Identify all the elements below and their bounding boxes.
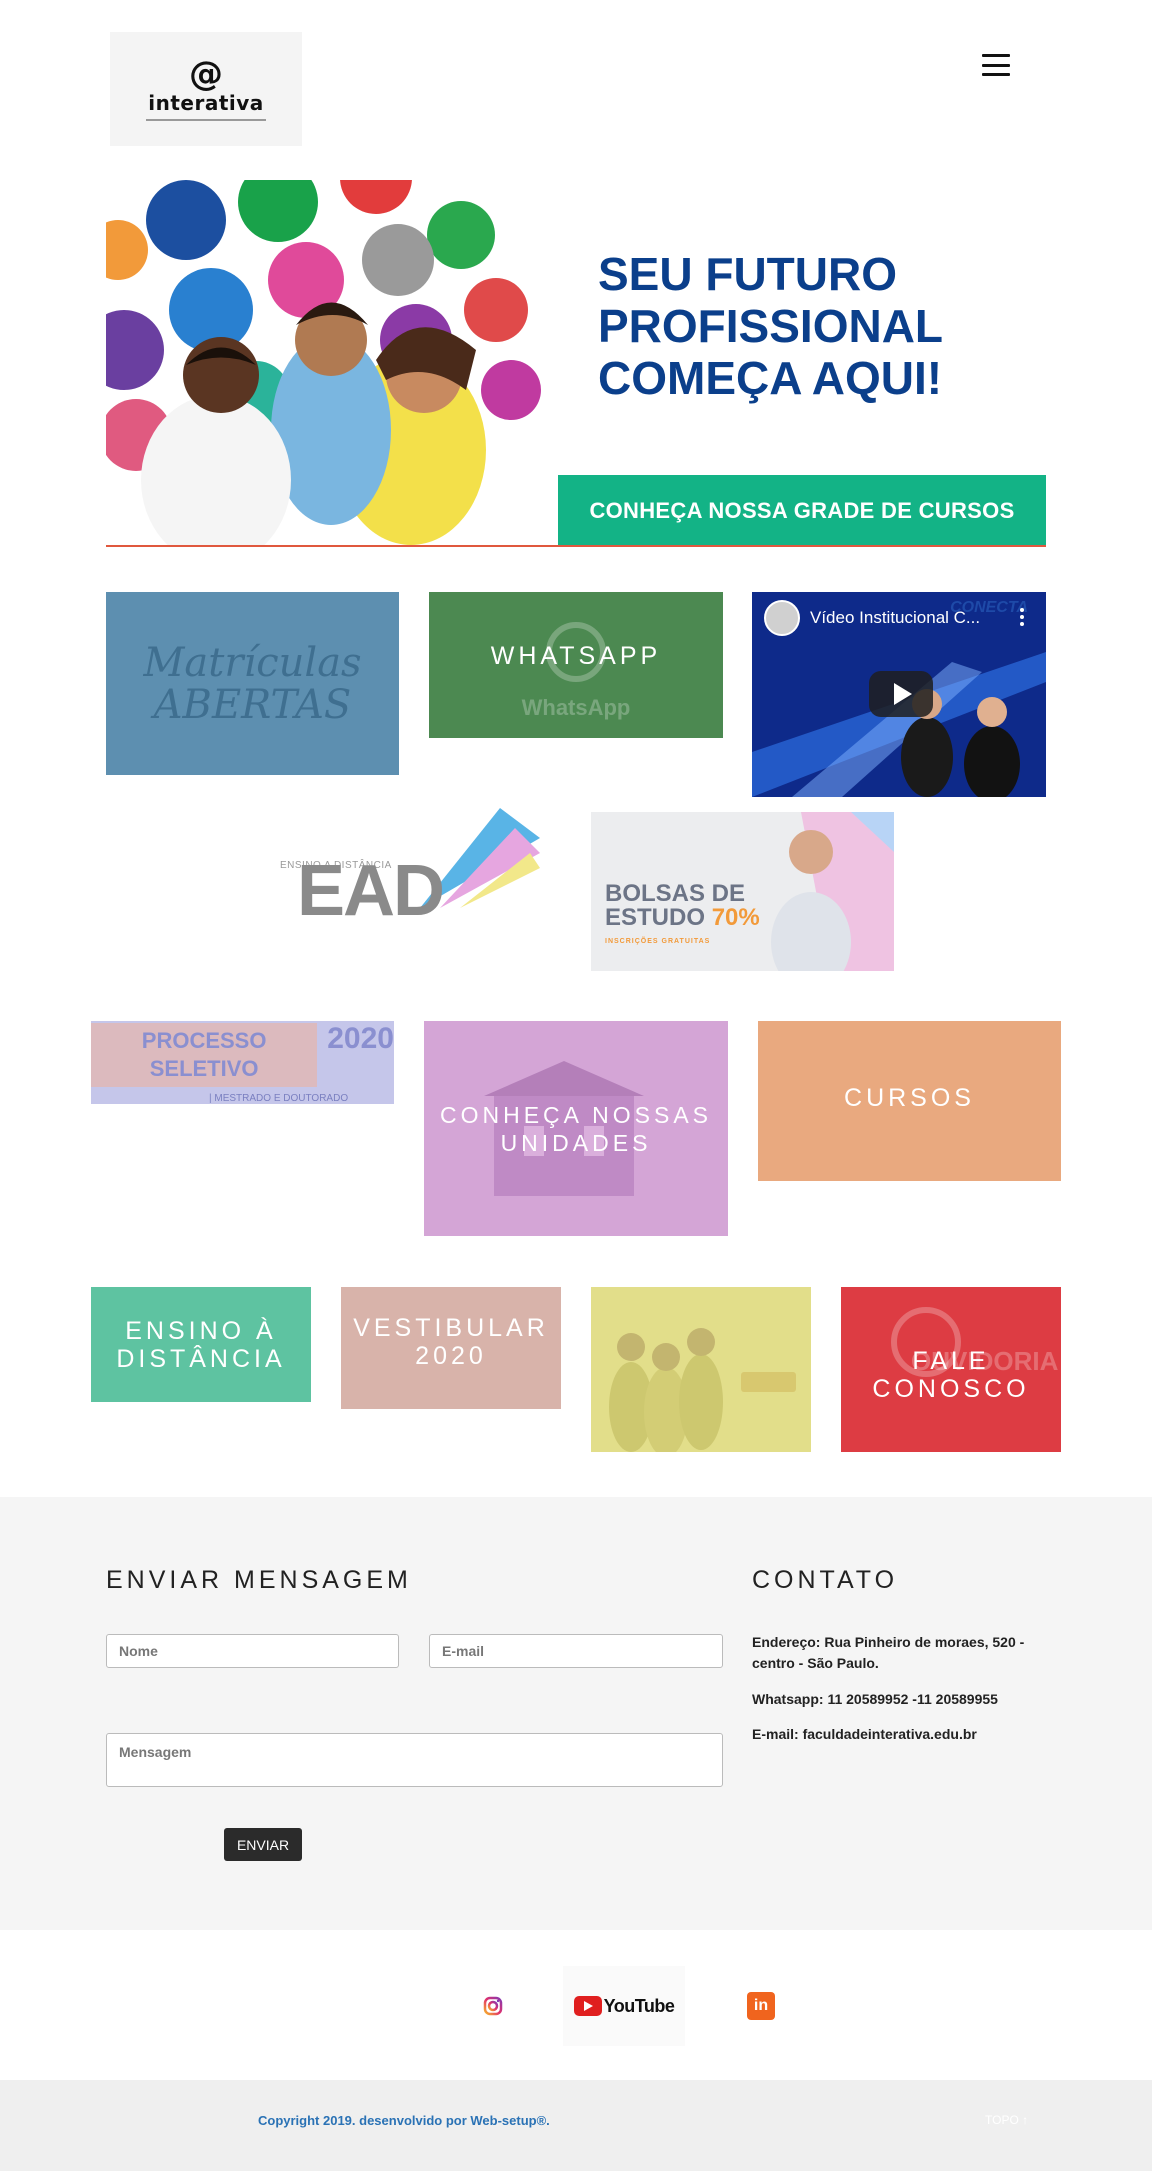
copyright-link[interactable]: Copyright 2019. desenvolvido por Web-set…	[258, 2113, 550, 2128]
hero-students-illustration	[106, 180, 541, 545]
tile-matriculas-label: Matrículas ABERTAS	[143, 639, 362, 728]
send-button[interactable]: ENVIAR	[224, 1828, 302, 1861]
tile-fale-label: FALE CONOSCO	[872, 1346, 1030, 1403]
tile-students-photo[interactable]	[591, 1287, 811, 1452]
contact-title: CONTATO	[752, 1566, 899, 1594]
contact-section	[0, 1497, 1152, 1930]
tile-ensino-a-distancia[interactable]: ENSINO À DISTÂNCIA	[91, 1287, 311, 1402]
site-logo[interactable]: @ interativa	[110, 32, 302, 146]
tile-ead[interactable]: ENSINO A DISTÂNCIA EAD	[270, 808, 540, 934]
tile-fale-conosco[interactable]: OUVIDORIA FALE CONOSCO	[841, 1287, 1061, 1452]
tile-vestibular-label: VESTIBULAR 2020	[353, 1314, 549, 1370]
linkedin-icon[interactable]: in	[747, 1992, 775, 2020]
courses-cta-button[interactable]: CONHEÇA NOSSA GRADE DE CURSOS	[558, 475, 1046, 545]
message-textarea[interactable]	[106, 1733, 723, 1787]
processo-label: PROCESSO SELETIVO	[91, 1022, 318, 1087]
tile-cursos[interactable]: CURSOS	[758, 1021, 1061, 1181]
bolsas-line: BOLSAS DE	[605, 880, 746, 907]
instagram-icon[interactable]	[480, 1993, 506, 2019]
video-brand: CONECTA	[950, 599, 1028, 616]
logo-text: interativa	[148, 91, 264, 115]
tile-conheca-unidades[interactable]: CONHEÇA NOSSAS UNIDADES	[424, 1021, 728, 1236]
video-more-icon[interactable]	[1020, 608, 1024, 626]
logo-at-symbol: @	[189, 54, 223, 94]
hero-headline-line: COMEÇA AQUI!	[598, 352, 943, 404]
tile-whatsapp-label: WHATSAPP	[490, 642, 662, 670]
tile-vestibular-2020[interactable]: VESTIBULAR 2020	[341, 1287, 561, 1409]
tile-ensino-label: ENSINO À DISTÂNCIA	[116, 1316, 286, 1373]
send-message-title: ENVIAR MENSAGEM	[106, 1566, 412, 1594]
instagram-glyph	[483, 1996, 503, 2016]
bolsas-percent: 70%	[711, 904, 760, 931]
tile-unidades-label: CONHEÇA NOSSAS UNIDADES	[440, 1101, 712, 1156]
video-player-institucional[interactable]: Vídeo Institucional C... CONECTA	[752, 592, 1046, 797]
processo-year: 2020	[327, 1021, 394, 1055]
logo-underline	[146, 119, 266, 121]
contact-whatsapp: Whatsapp: 11 20589952 -11 20589955	[752, 1691, 998, 1707]
hamburger-line	[982, 63, 1010, 67]
processo-wrapper: PROCESSO SELETIVO 2020	[91, 1021, 394, 1087]
back-to-top-link[interactable]: TOPO ↑	[985, 2113, 1028, 2127]
bolsas-sub: INSCRIÇÕES GRATUITAS	[605, 938, 711, 945]
ead-wordmark: EAD	[296, 851, 445, 931]
hamburger-line	[982, 54, 1010, 57]
channel-avatar[interactable]	[764, 600, 800, 636]
students-group-photo	[609, 1328, 796, 1452]
youtube-logo: YouTube	[573, 1995, 675, 2017]
youtube-icon	[573, 1996, 602, 2016]
hero-banner[interactable]: SEU FUTURO PROFISSIONAL COMEÇA AQUI! CON…	[106, 180, 1046, 547]
hamburger-line	[982, 73, 1010, 76]
hero-headline-line: PROFISSIONAL	[598, 300, 944, 352]
hero-headline: SEU FUTURO PROFISSIONAL COMEÇA AQUI!	[598, 248, 1038, 404]
tile-whatsapp-ghost-text: WhatsApp	[521, 695, 631, 720]
tile-cursos-label: CURSOS	[844, 1084, 975, 1112]
tile-processo-seletivo[interactable]: PROCESSO SELETIVO 2020 | MESTRADO E DOUT…	[91, 1021, 394, 1104]
email-input[interactable]	[429, 1634, 723, 1668]
hero-headline-line: SEU FUTURO	[598, 248, 897, 300]
contact-email[interactable]: E-mail: faculdadeinterativa.edu.br	[752, 1724, 1082, 1745]
name-input[interactable]	[106, 1634, 399, 1668]
bolsas-headline: BOLSAS DE ESTUDO 70% INSCRIÇÕES GRATUITA…	[605, 882, 760, 954]
footer	[0, 2080, 1152, 2171]
tile-whatsapp[interactable]: WhatsApp WHATSAPP	[429, 592, 723, 738]
processo-sub: | MESTRADO E DOUTORADO	[209, 1093, 349, 1104]
contact-address: Endereço: Rua Pinheiro de moraes, 520 - …	[752, 1634, 1025, 1671]
tile-matriculas-abertas[interactable]: Matrículas ABERTAS	[106, 592, 399, 775]
bolsas-line-2: ESTUDO 70%	[605, 904, 760, 931]
bolsas-student-photo	[771, 812, 894, 971]
youtube-wordmark: YouTube	[603, 1995, 675, 2016]
tile-bolsas-de-estudo[interactable]: BOLSAS DE ESTUDO 70% INSCRIÇÕES GRATUITA…	[591, 812, 894, 971]
play-icon[interactable]	[869, 671, 933, 717]
hamburger-icon[interactable]	[982, 54, 1010, 76]
youtube-link[interactable]: YouTube	[563, 1966, 685, 2046]
